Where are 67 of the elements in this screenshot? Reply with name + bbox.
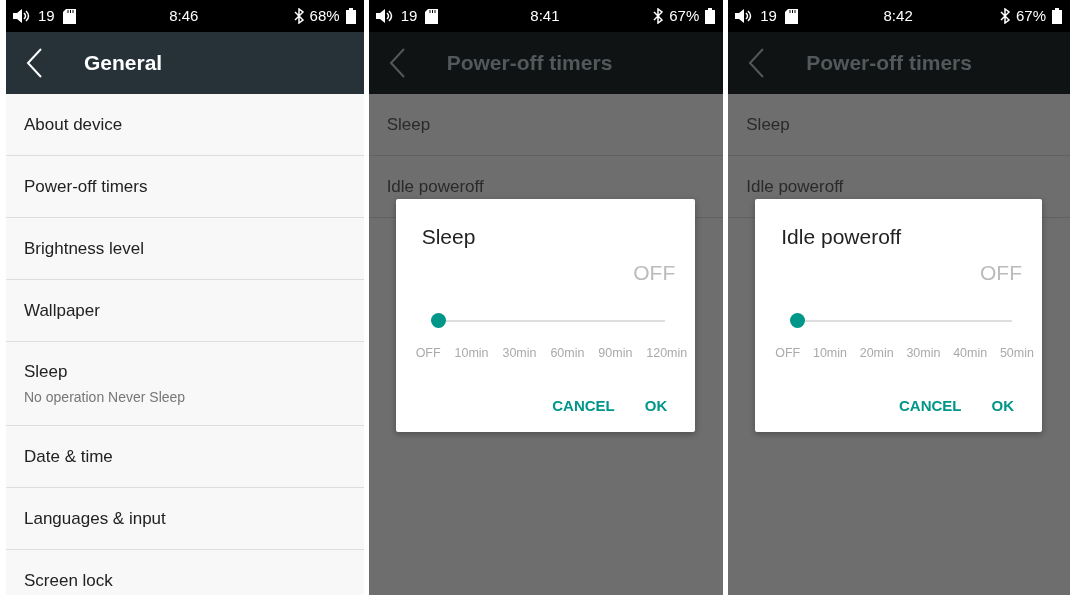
tick-label: 20min: [859, 345, 894, 362]
sd-card-icon: [62, 8, 76, 24]
status-time: 8:42: [883, 5, 913, 26]
item-title: About device: [24, 113, 124, 136]
tick-label: 90min: [598, 345, 633, 362]
tick-label: 30min: [906, 345, 941, 362]
dialog-button[interactable]: OK: [983, 390, 1022, 422]
dialog-button[interactable]: CANCEL: [544, 390, 623, 422]
bluetooth-icon: [653, 8, 664, 24]
item-title: Sleep: [386, 113, 432, 136]
dialog-title: Sleep: [421, 224, 477, 250]
settings-item[interactable]: Wallpaper: [6, 280, 364, 342]
status-time: 8:46: [169, 5, 199, 26]
battery-percent: 68%: [309, 5, 340, 26]
bluetooth-icon: [293, 8, 304, 24]
battery-percent: 67%: [669, 5, 700, 26]
item-title: Sleep: [746, 113, 791, 136]
tick-label: 30min: [502, 345, 537, 362]
item-title: Idle poweroff: [746, 175, 845, 198]
dialog-title: Idle poweroff: [781, 224, 903, 250]
sd-card-icon: [425, 8, 439, 24]
bluetooth-icon: [999, 8, 1010, 24]
settings-item[interactable]: Screen lock: [6, 550, 364, 595]
tick-label: OFF: [775, 345, 801, 362]
settings-item[interactable]: Brightness level: [6, 218, 364, 280]
tick-label: 50min: [999, 345, 1034, 362]
battery-percent: 67%: [1015, 5, 1046, 26]
slider-thumb[interactable]: [430, 313, 446, 328]
speaker-icon: [12, 8, 30, 24]
screen-title: General: [84, 50, 163, 77]
dialog-button[interactable]: OK: [636, 390, 676, 422]
item-subtitle: No operation Never Sleep: [24, 388, 187, 408]
item-title: Brightness level: [24, 237, 145, 260]
screen-title: Power-off timers: [806, 50, 972, 77]
tick-label: 60min: [550, 345, 585, 362]
current-value: OFF: [632, 259, 676, 286]
settings-item[interactable]: Sleep No operation Never Sleep: [6, 342, 364, 426]
item-title: Idle poweroff: [386, 175, 485, 198]
battery-icon: [705, 8, 716, 24]
battery-icon: [345, 8, 356, 24]
speaker-icon: [734, 8, 753, 24]
settings-item[interactable]: Power-off timers: [6, 156, 364, 218]
battery-icon: [1052, 8, 1062, 24]
tick-label: 10min: [454, 345, 489, 362]
settings-item[interactable]: Languages & input: [6, 488, 364, 550]
current-value: OFF: [979, 259, 1022, 286]
item-title: Screen lock: [24, 569, 114, 592]
settings-item[interactable]: About device: [6, 94, 364, 156]
status-time: 8:41: [530, 5, 560, 26]
volume-level: 19: [400, 5, 418, 26]
settings-item[interactable]: Date & time: [6, 426, 364, 488]
item-title: Sleep: [24, 360, 69, 383]
tick-label: 40min: [953, 345, 988, 362]
tick-label: 10min: [812, 345, 847, 362]
item-title: Power-off timers: [24, 175, 149, 198]
slider-thumb[interactable]: [790, 313, 806, 328]
item-title: Date & time: [24, 445, 114, 468]
speaker-icon: [374, 8, 393, 24]
dialog-button[interactable]: CANCEL: [891, 390, 970, 422]
tick-label: OFF: [415, 345, 441, 362]
volume-level: 19: [38, 5, 55, 26]
tick-label: 120min: [646, 345, 688, 362]
item-title: Languages & input: [24, 507, 167, 530]
screen-title: Power-off timers: [446, 50, 613, 77]
sd-card-icon: [784, 8, 798, 24]
volume-level: 19: [760, 5, 777, 26]
item-title: Wallpaper: [24, 299, 101, 322]
